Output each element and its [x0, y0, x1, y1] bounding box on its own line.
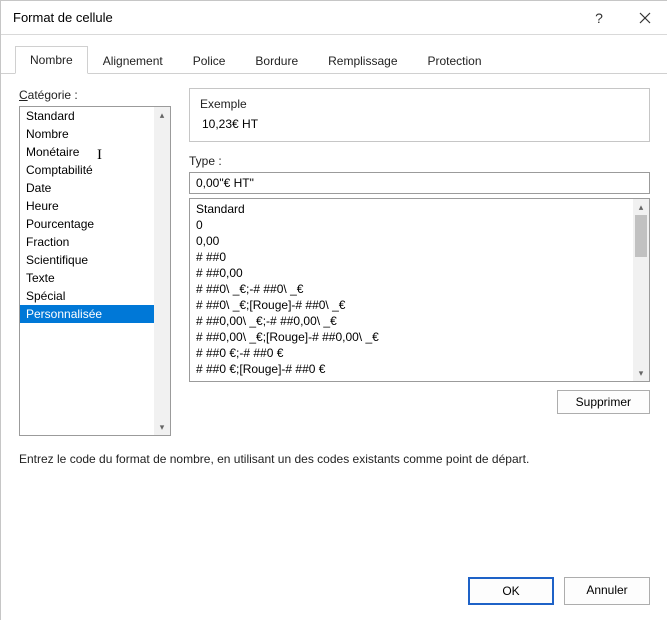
delete-button[interactable]: Supprimer [557, 390, 650, 414]
format-list-inner: Standard 0 0,00 # ##0 # ##0,00 # ##0\ _€… [190, 199, 649, 379]
cancel-button[interactable]: Annuler [564, 577, 650, 605]
format-item[interactable]: 0,00 [196, 233, 649, 249]
type-input[interactable] [189, 172, 650, 194]
category-listbox[interactable]: Standard Nombre Monétaire Comptabilité D… [19, 106, 171, 436]
close-icon [639, 12, 651, 24]
help-icon: ? [595, 10, 603, 26]
category-item[interactable]: Date [20, 179, 170, 197]
format-item[interactable]: # ##0\ _€;[Rouge]-# ##0\ _€ [196, 297, 649, 313]
main-row: Catégorie : Standard Nombre Monétaire Co… [19, 88, 650, 436]
hint-text: Entrez le code du format de nombre, en u… [19, 452, 650, 466]
tab-nombre[interactable]: Nombre [15, 46, 88, 74]
format-item[interactable]: # ##0\ _€;-# ##0\ _€ [196, 281, 649, 297]
format-item[interactable]: # ##0 €;-# ##0 € [196, 345, 649, 361]
tab-alignement[interactable]: Alignement [88, 47, 178, 74]
tab-bordure[interactable]: Bordure [240, 47, 313, 74]
tab-remplissage[interactable]: Remplissage [313, 47, 412, 74]
delete-row: Supprimer [189, 390, 650, 414]
format-scrollbar[interactable]: ▴ ▾ [633, 199, 649, 381]
format-item[interactable]: # ##0,00 [196, 265, 649, 281]
category-item[interactable]: Monétaire [20, 143, 170, 161]
example-group: Exemple 10,23€ HT [189, 88, 650, 142]
close-button[interactable] [622, 1, 667, 35]
details-column: Exemple 10,23€ HT Type : Standard 0 0,00… [189, 88, 650, 436]
scroll-down-icon[interactable]: ▾ [154, 419, 170, 435]
scroll-up-icon[interactable]: ▴ [154, 107, 170, 123]
example-title: Exemple [200, 97, 639, 111]
tab-protection[interactable]: Protection [413, 47, 497, 74]
format-item[interactable]: # ##0,00\ _€;-# ##0,00\ _€ [196, 313, 649, 329]
category-item[interactable]: Nombre [20, 125, 170, 143]
category-item[interactable]: Spécial [20, 287, 170, 305]
category-item[interactable]: Fraction [20, 233, 170, 251]
tab-police[interactable]: Police [178, 47, 241, 74]
format-cells-dialog: Format de cellule ? Nombre Alignement Po… [1, 1, 667, 621]
scroll-up-icon[interactable]: ▴ [633, 199, 649, 215]
scroll-thumb[interactable] [635, 215, 647, 257]
example-value: 10,23€ HT [200, 117, 639, 131]
format-item[interactable]: # ##0 €;[Rouge]-# ##0 € [196, 361, 649, 377]
category-item[interactable]: Standard [20, 107, 170, 125]
scroll-down-icon[interactable]: ▾ [633, 365, 649, 381]
category-column: Catégorie : Standard Nombre Monétaire Co… [19, 88, 171, 436]
type-label: Type : [189, 154, 650, 168]
dialog-buttons: OK Annuler [1, 567, 667, 621]
category-label-accel: C [19, 88, 28, 102]
category-item[interactable]: Scientifique [20, 251, 170, 269]
dialog-title: Format de cellule [13, 10, 576, 25]
titlebar: Format de cellule ? [1, 1, 667, 35]
format-item[interactable]: Standard [196, 201, 649, 217]
category-scrollbar[interactable]: ▴ ▾ [154, 107, 170, 435]
category-item[interactable]: Personnalisée [20, 305, 170, 323]
category-item[interactable]: Heure [20, 197, 170, 215]
format-item[interactable]: 0 [196, 217, 649, 233]
ok-button[interactable]: OK [468, 577, 554, 605]
category-item[interactable]: Comptabilité [20, 161, 170, 179]
format-listbox[interactable]: Standard 0 0,00 # ##0 # ##0,00 # ##0\ _€… [189, 198, 650, 382]
help-button[interactable]: ? [576, 1, 622, 35]
category-label-rest: atégorie : [28, 88, 78, 102]
category-item[interactable]: Pourcentage [20, 215, 170, 233]
category-item[interactable]: Texte [20, 269, 170, 287]
format-item[interactable]: # ##0,00\ _€;[Rouge]-# ##0,00\ _€ [196, 329, 649, 345]
category-label: Catégorie : [19, 88, 171, 102]
tabstrip: Nombre Alignement Police Bordure Remplis… [1, 35, 667, 74]
format-item[interactable]: # ##0 [196, 249, 649, 265]
tab-content: Catégorie : Standard Nombre Monétaire Co… [1, 74, 667, 567]
